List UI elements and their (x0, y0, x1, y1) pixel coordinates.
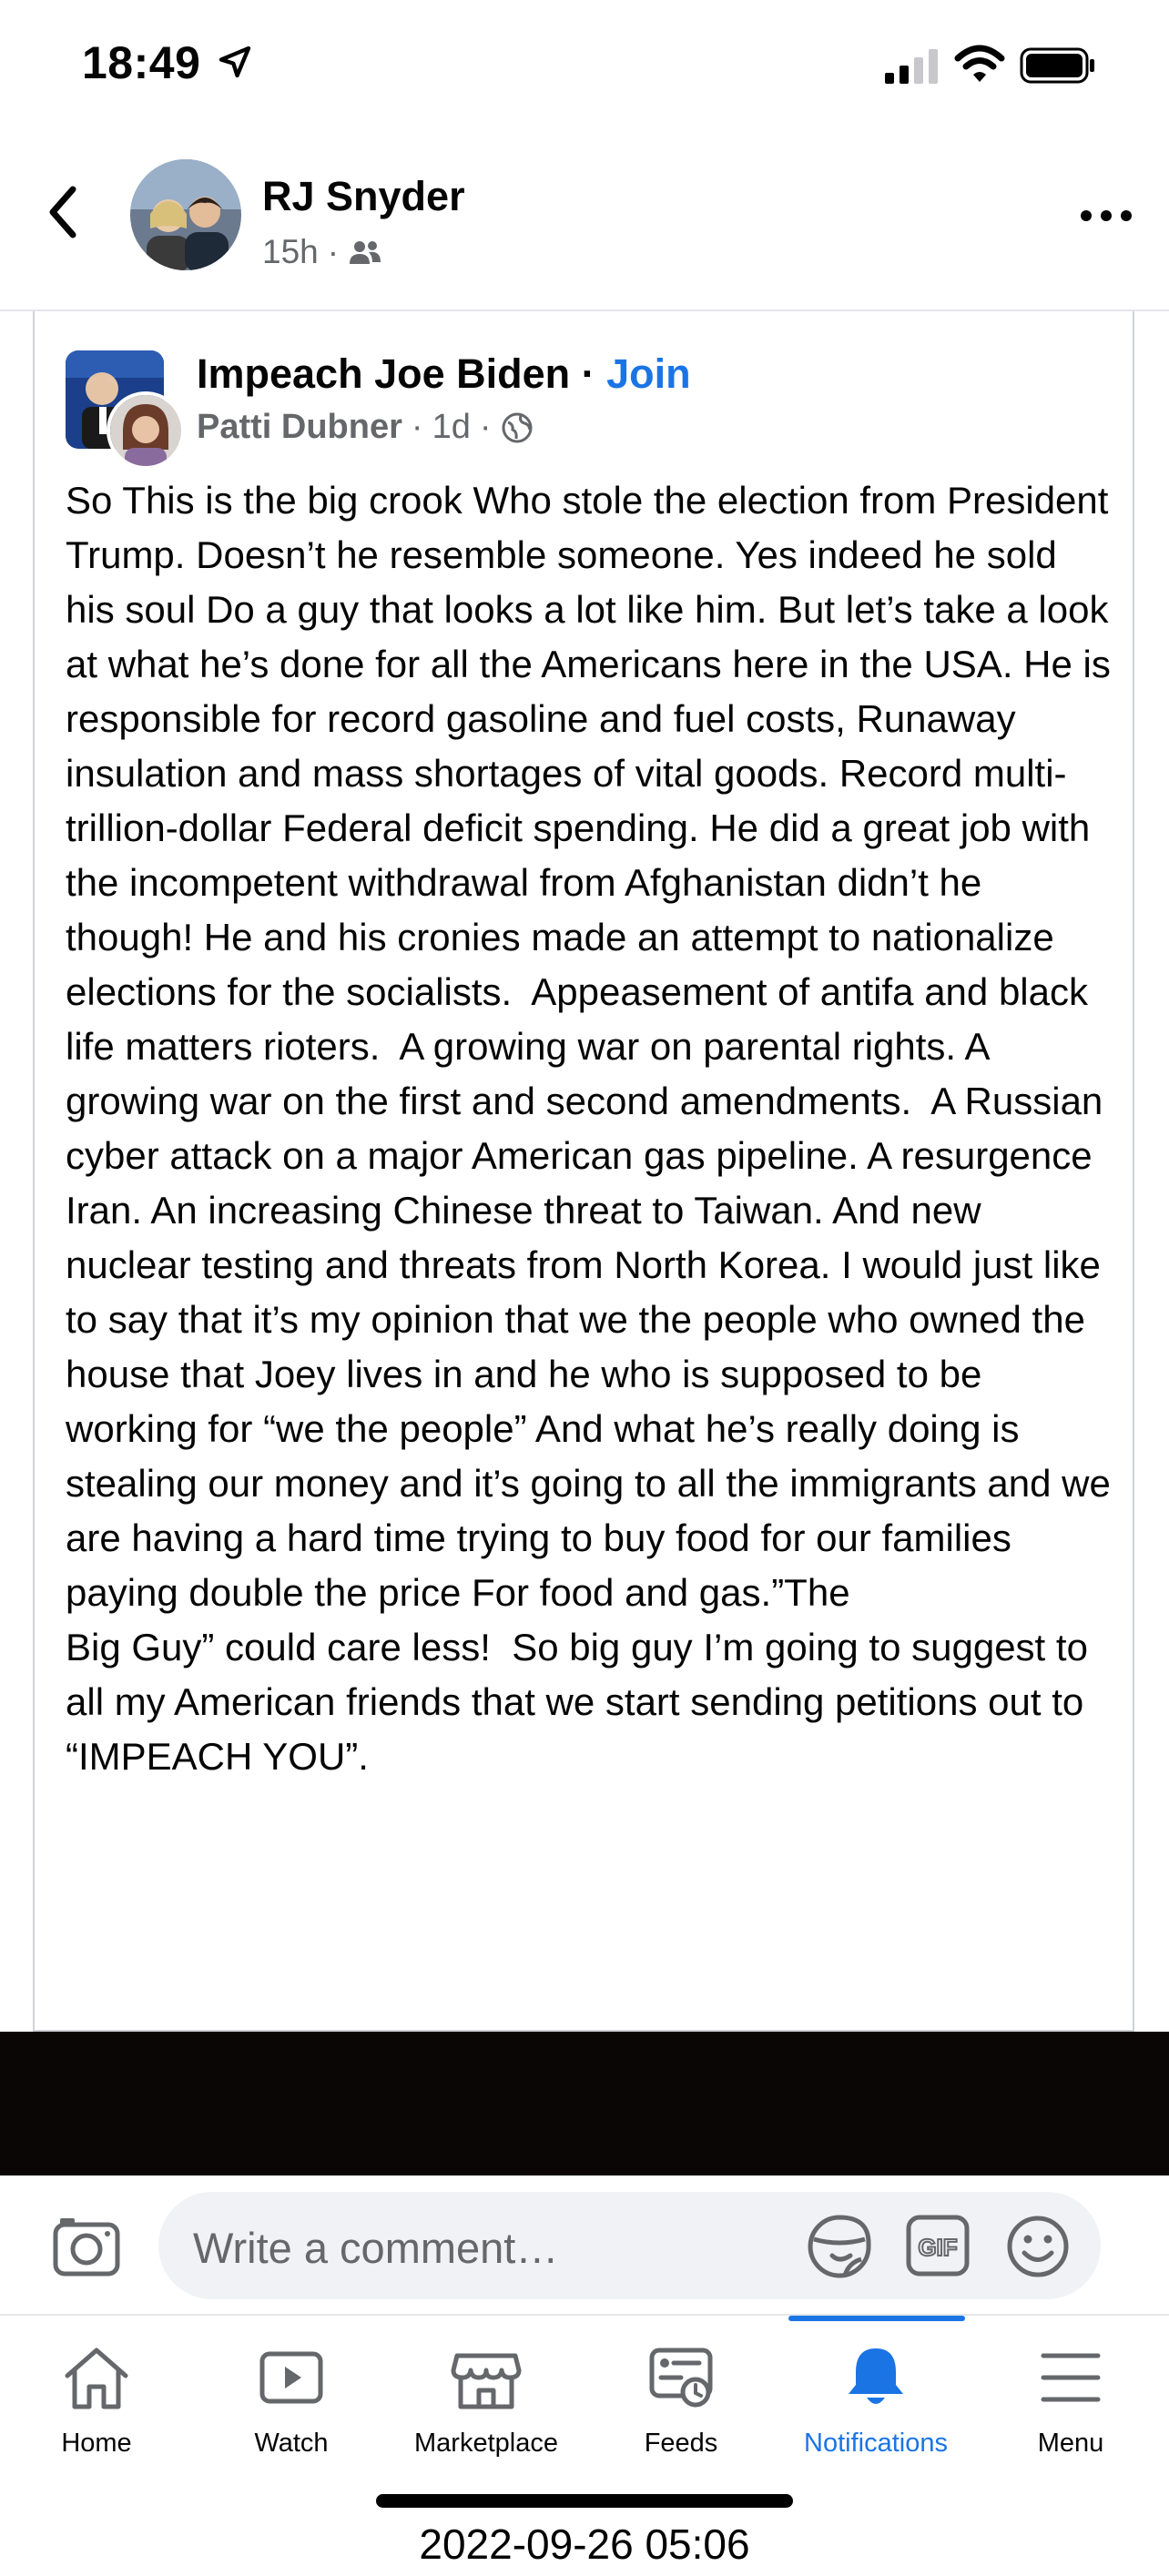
tab-label: Watch (254, 2429, 329, 2458)
tab-label: Menu (1037, 2429, 1104, 2458)
home-icon (65, 2348, 128, 2409)
status-time: 18:49 (82, 37, 201, 88)
tab-home[interactable]: Home (5, 2316, 188, 2470)
sticker-icon[interactable] (805, 2212, 874, 2281)
join-group-button[interactable]: Join (606, 350, 691, 397)
cellular-signal-icon (885, 49, 938, 84)
group-line: Impeach Joe Biden · Join (197, 350, 691, 398)
more-options-icon[interactable] (1074, 202, 1138, 229)
group-name[interactable]: Impeach Joe Biden (197, 350, 570, 397)
screenshot-timestamp: 2022-09-26 05:06 (419, 2520, 750, 2568)
feeds-icon (649, 2348, 713, 2408)
camera-icon[interactable] (51, 2210, 122, 2281)
tab-marketplace[interactable]: Marketplace (395, 2316, 577, 2470)
comment-placeholder[interactable]: Write a comment… (193, 2223, 558, 2273)
svg-text:GIF: GIF (918, 2234, 957, 2261)
video-preview[interactable] (0, 2032, 1169, 2175)
sharer-name[interactable]: Patti Dubner (197, 408, 402, 447)
tab-label: Marketplace (414, 2429, 558, 2458)
sharer-avatar[interactable] (107, 391, 185, 470)
tab-notifications[interactable]: Notifications (785, 2316, 967, 2470)
watch-icon (259, 2351, 323, 2404)
post-meta: 15h · (262, 233, 382, 271)
tab-label: Notifications (804, 2429, 948, 2458)
bell-icon (849, 2348, 903, 2404)
shared-post-age[interactable]: 1d (432, 408, 471, 447)
wifi-icon (954, 45, 1005, 82)
gif-icon[interactable]: GIF (905, 2214, 971, 2277)
group-separator: · (581, 350, 595, 397)
tab-watch[interactable]: Watch (200, 2316, 382, 2470)
tab-feeds[interactable]: Feeds (590, 2316, 772, 2470)
home-indicator[interactable] (376, 2494, 793, 2508)
battery-icon (1020, 47, 1094, 84)
back-button[interactable] (40, 180, 86, 244)
tab-label: Feeds (644, 2429, 718, 2458)
globe-icon (502, 412, 532, 442)
author-name[interactable]: RJ Snyder (262, 173, 465, 220)
marketplace-icon (451, 2353, 522, 2409)
sharer-separator: · (411, 408, 423, 446)
meta-separator: · (327, 233, 340, 270)
tab-menu[interactable]: Menu (980, 2316, 1162, 2470)
post-age: 15h (262, 233, 319, 270)
location-arrow-icon (219, 46, 251, 78)
emoji-icon[interactable] (1005, 2214, 1071, 2279)
author-avatar[interactable] (130, 159, 241, 270)
post-body: So This is the big crook Who stole the e… (66, 479, 1111, 1778)
menu-icon (1041, 2353, 1101, 2402)
sharer-line: Patti Dubner · 1d · (197, 408, 534, 447)
sharer-separator-2: · (479, 408, 492, 446)
friends-audience-icon (350, 241, 381, 264)
tab-label: Home (61, 2429, 132, 2458)
